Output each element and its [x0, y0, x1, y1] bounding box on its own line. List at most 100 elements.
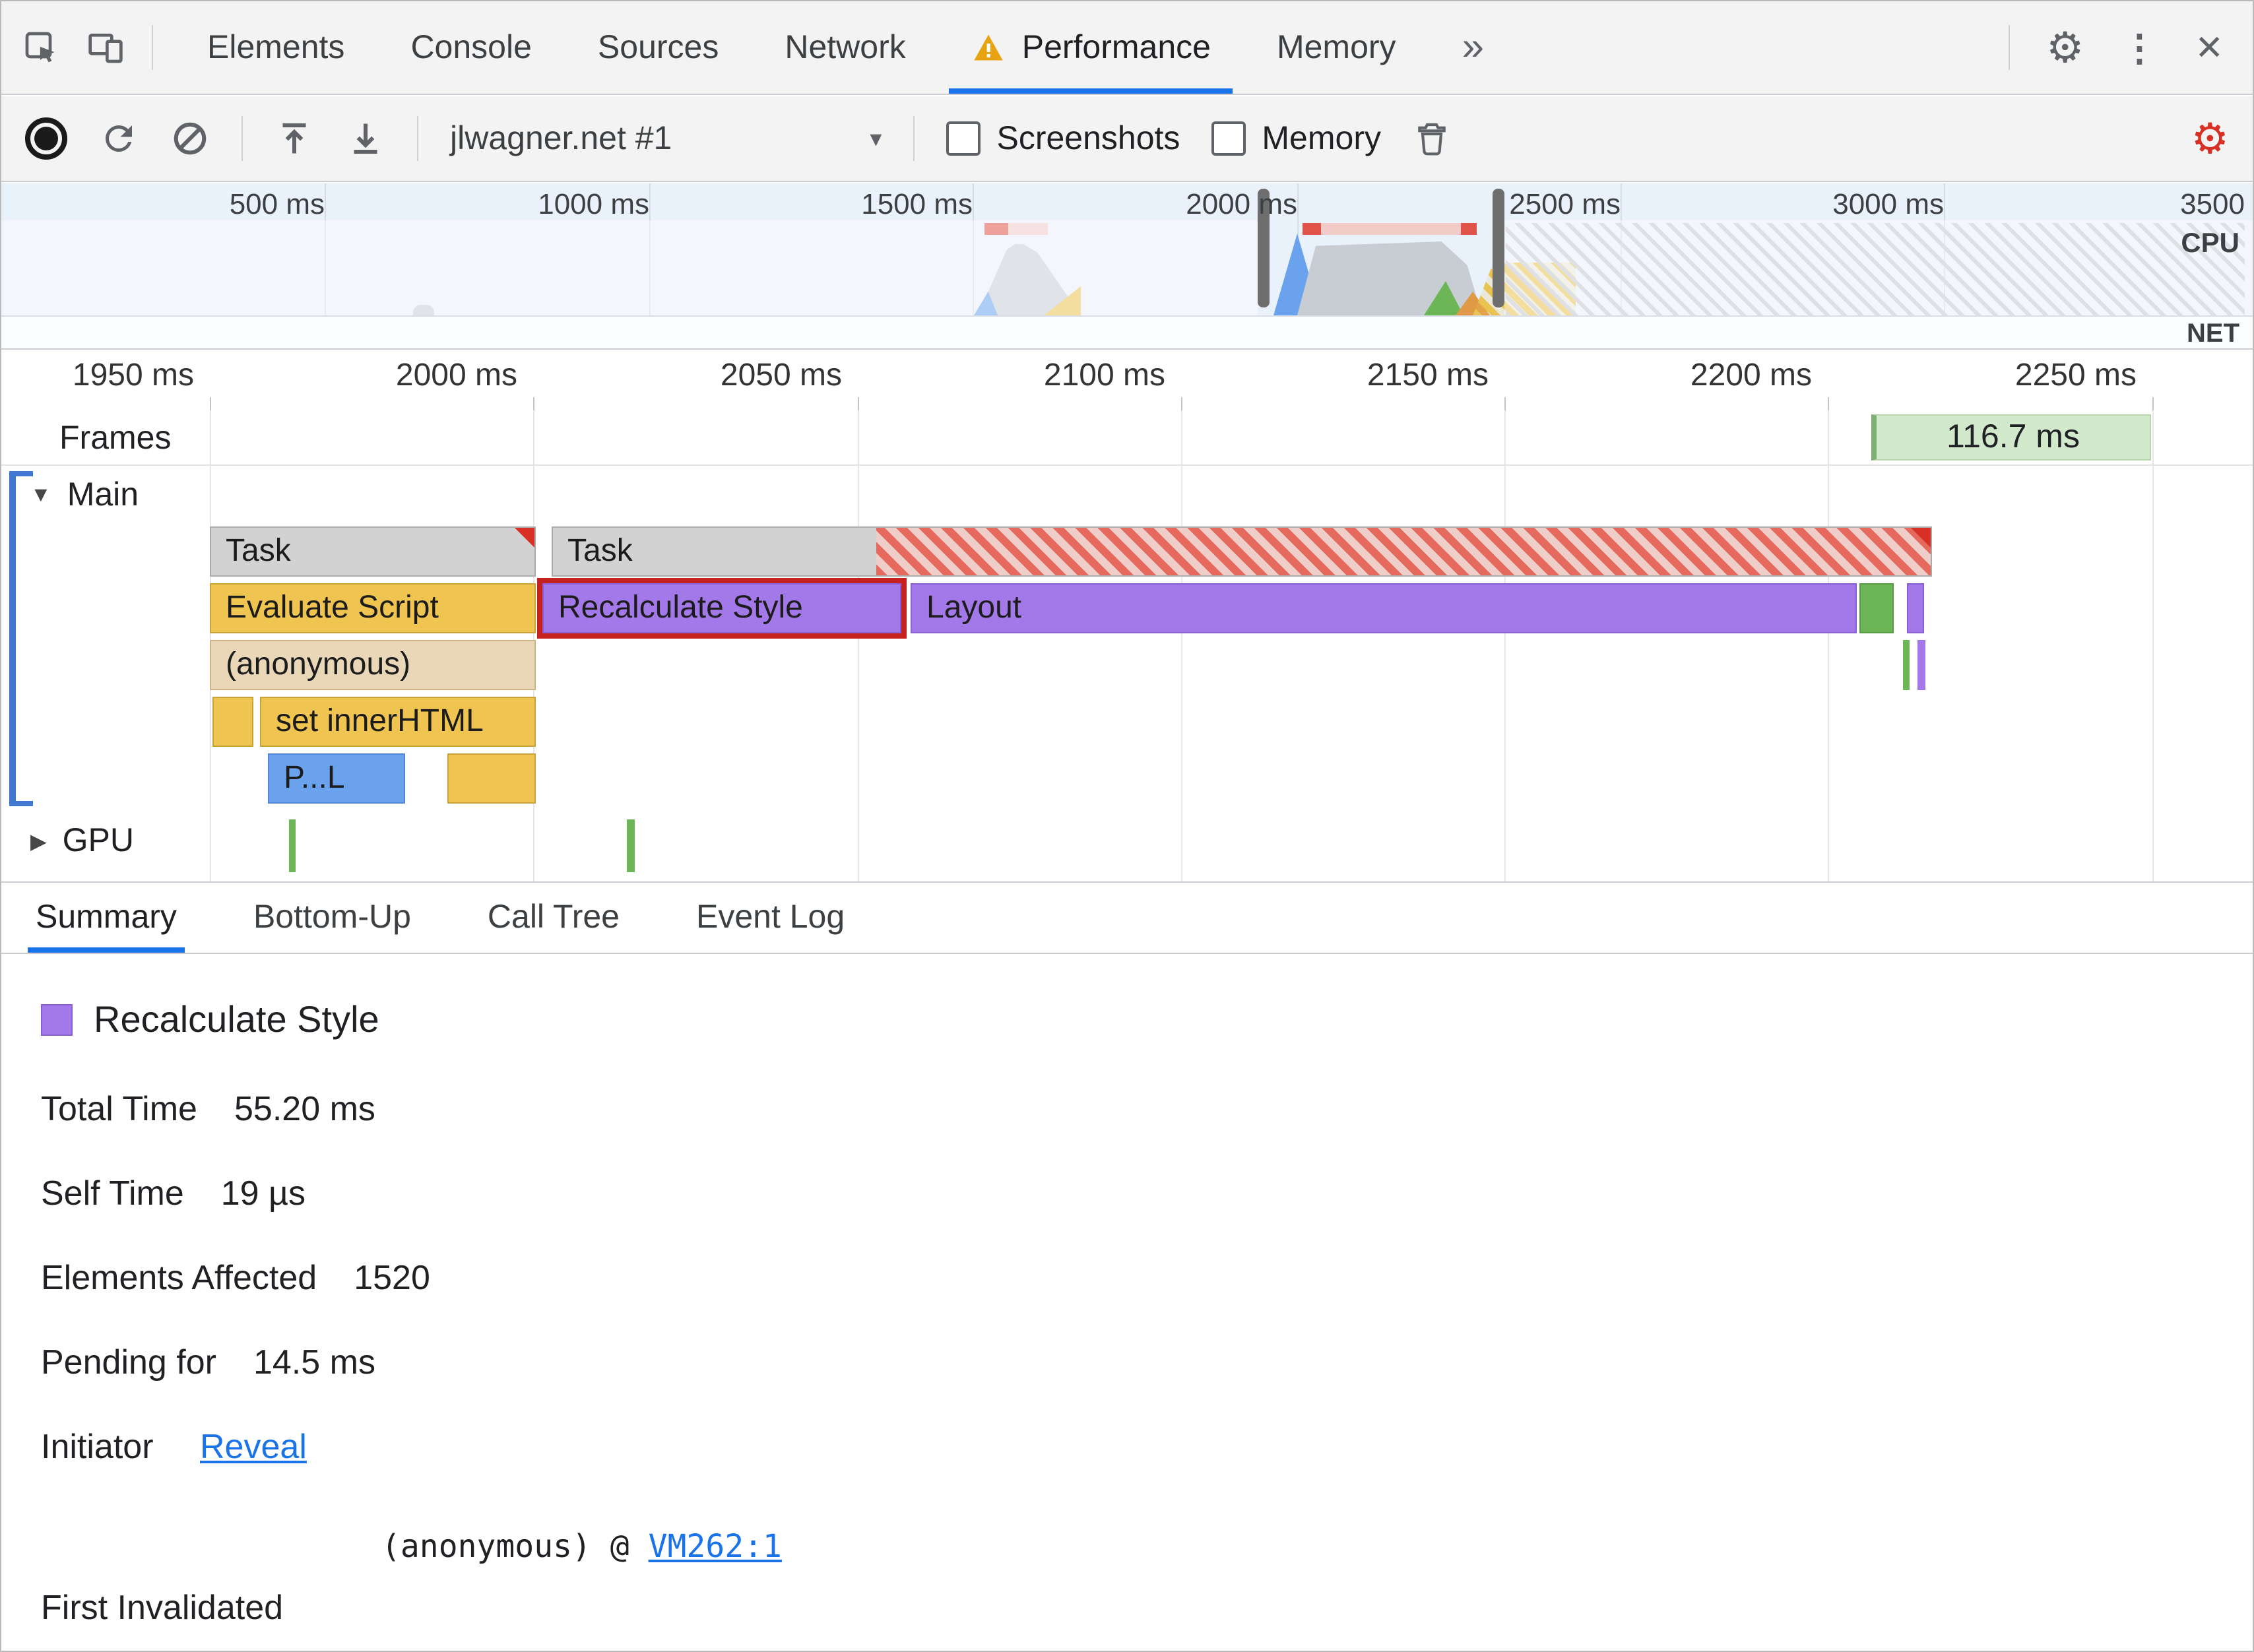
flame-bar-evaluate-script[interactable]: Evaluate Script: [210, 583, 536, 633]
flame-bar-parse-html[interactable]: P...L: [268, 753, 405, 804]
screenshot-stage: Elements Console Sources Network Perform…: [0, 0, 2254, 1652]
long-task-marker: [1303, 223, 1321, 235]
more-tabs-button[interactable]: »: [1429, 1, 1517, 94]
flame-bar-script-small2[interactable]: [447, 753, 536, 804]
reload-record-icon[interactable]: [99, 119, 139, 158]
ruler-tick: 2000 ms: [395, 358, 517, 393]
ruler-tick: 1950 ms: [72, 358, 194, 393]
ruler-tick: 2100 ms: [1043, 358, 1165, 393]
gpu-activity-tick: [289, 819, 296, 872]
device-toolbar-icon[interactable]: [86, 29, 125, 66]
flame-chart: ▼ Main Task Task Evaluate Script Recalcu…: [1, 466, 2253, 883]
devtools-window: Elements Console Sources Network Perform…: [0, 0, 2254, 1652]
long-task-marker: [1321, 223, 1461, 235]
cpu-label: CPU: [2181, 228, 2239, 259]
separator: [242, 116, 243, 161]
flame-bar-recalculate-style-selected[interactable]: Recalculate Style: [537, 578, 907, 639]
source-location-link[interactable]: VM262:1: [649, 1528, 782, 1565]
ruler-tick: 2150 ms: [1367, 358, 1489, 393]
chevron-expanded-icon: ▼: [30, 484, 51, 506]
main-track-label: Main: [67, 476, 139, 513]
net-label: NET: [2187, 319, 2239, 348]
chevron-collapsed-icon: ▶: [30, 831, 47, 853]
main-track-header[interactable]: ▼ Main: [30, 476, 139, 515]
load-profile-icon[interactable]: [274, 119, 314, 158]
selected-track-bracket: [9, 471, 34, 806]
stack-frame-text: (anonymous) @: [381, 1528, 649, 1565]
stat-first-invalidated: First Invalidated (anonymous) @ VM262:1: [41, 1528, 782, 1627]
gpu-track-label: GPU: [62, 822, 134, 859]
overview-tick: 3500: [2180, 187, 2245, 220]
chevron-down-icon: ▾: [870, 125, 882, 151]
summary-pane: Recalculate Style Total Time 55.20 ms Sel…: [1, 954, 2253, 1651]
flame-sliver-paint[interactable]: [1903, 640, 1910, 690]
detail-ruler[interactable]: 1950 ms 2000 ms 2050 ms 2100 ms 2150 ms …: [1, 350, 2253, 410]
flame-bar-task[interactable]: Task: [210, 526, 536, 577]
stat-pending-for: Pending for 14.5 ms: [41, 1342, 375, 1382]
frames-track: Frames 116.7 ms: [1, 410, 2253, 466]
close-icon[interactable]: ✕: [2195, 27, 2224, 68]
clear-icon[interactable]: [170, 119, 210, 158]
inspect-icon[interactable]: [22, 29, 59, 66]
long-task-stripes: [876, 528, 1931, 575]
record-button[interactable]: [25, 117, 67, 160]
ruler-tick: 2050 ms: [720, 358, 842, 393]
summary-header: Recalculate Style: [41, 999, 2253, 1041]
gpu-activity-tick: [627, 819, 635, 872]
history-dropdown[interactable]: jlwagner.net #1 ▾: [450, 119, 882, 158]
details-tabbar: Summary Bottom-Up Call Tree Event Log: [1, 883, 2253, 954]
kebab-menu-icon[interactable]: ⋮: [2121, 26, 2158, 69]
tabbar-right-icons: ⚙ ⋮ ✕: [2008, 22, 2253, 73]
summary-title: Recalculate Style: [94, 999, 379, 1040]
overview-tick: 1500 ms: [861, 187, 973, 220]
stat-initiator: Initiator Reveal: [41, 1426, 307, 1466]
separator: [152, 25, 153, 70]
settings-gear-icon[interactable]: ⚙: [2046, 22, 2084, 73]
overview-tick: 500 ms: [229, 187, 325, 220]
overview-tick: 3000 ms: [1832, 187, 1944, 220]
flame-bar-anonymous[interactable]: (anonymous): [210, 640, 536, 690]
flame-bar-paint[interactable]: [1859, 583, 1894, 633]
flame-bar-set-innerhtml[interactable]: set innerHTML: [260, 697, 536, 747]
overview-tick: 2000 ms: [1186, 187, 1297, 220]
warning-icon: [975, 34, 1004, 61]
performance-toolbar: jlwagner.net #1 ▾ Screenshots Memory ⚙: [1, 96, 2253, 182]
frames-label: Frames: [59, 420, 172, 457]
network-strip: NET: [1, 315, 2253, 348]
tab-event-log[interactable]: Event Log: [696, 883, 845, 953]
flame-sliver-render[interactable]: [1917, 640, 1925, 690]
checkbox-box: [1211, 121, 1246, 156]
ruler-tick: 2250 ms: [2014, 358, 2137, 393]
tab-performance[interactable]: Performance: [939, 1, 1244, 94]
screenshots-checkbox[interactable]: Screenshots: [946, 119, 1180, 158]
selection-curtain-right: [1504, 220, 2253, 315]
tab-sources[interactable]: Sources: [565, 1, 752, 94]
event-color-swatch: [41, 1004, 73, 1036]
selection-curtain-left: [1, 220, 1258, 315]
flame-bar-script-small[interactable]: [212, 697, 253, 747]
tab-bottom-up[interactable]: Bottom-Up: [253, 883, 411, 953]
save-profile-icon[interactable]: [346, 119, 385, 158]
tab-console[interactable]: Console: [377, 1, 564, 94]
tab-network[interactable]: Network: [752, 1, 938, 94]
gpu-track-header[interactable]: ▶ GPU: [30, 822, 134, 860]
tab-elements[interactable]: Elements: [174, 1, 377, 94]
tab-call-tree[interactable]: Call Tree: [488, 883, 620, 953]
reveal-link[interactable]: Reveal: [200, 1426, 307, 1466]
stat-elements-affected: Elements Affected 1520: [41, 1257, 430, 1297]
flame-bar-task-long[interactable]: Task: [552, 526, 1932, 577]
tab-summary[interactable]: Summary: [28, 883, 185, 953]
tab-memory[interactable]: Memory: [1244, 1, 1429, 94]
separator: [913, 116, 915, 161]
memory-checkbox[interactable]: Memory: [1211, 119, 1381, 158]
frame-duration-badge[interactable]: 116.7 ms: [1871, 414, 2151, 461]
flame-bar-render-small[interactable]: [1907, 583, 1924, 633]
ruler-tick: 2200 ms: [1690, 358, 1812, 393]
trash-icon[interactable]: [1413, 120, 1450, 157]
checkbox-box: [946, 121, 981, 156]
timeline-overview: 500 ms 1000 ms 1500 ms 2000 ms 2500 ms 3…: [1, 183, 2253, 350]
flame-bar-layout[interactable]: Layout: [911, 583, 1857, 633]
long-task-marker: [1461, 223, 1477, 235]
capture-settings-gear-icon[interactable]: ⚙: [2191, 113, 2229, 164]
stat-total-time: Total Time 55.20 ms: [41, 1089, 375, 1128]
